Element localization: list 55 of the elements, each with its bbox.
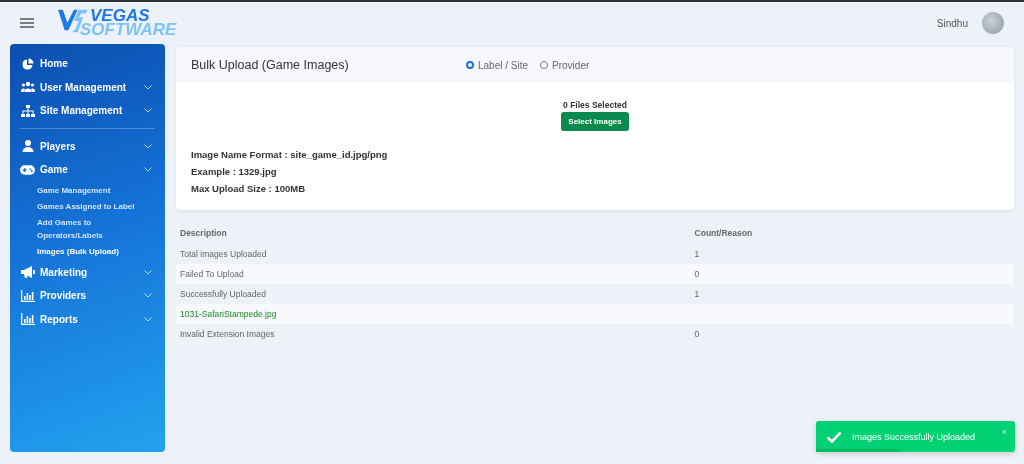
radio-button[interactable] (466, 61, 474, 69)
nav-subitem[interactable]: Game Management (10, 183, 165, 197)
gamepad-icon (20, 164, 35, 175)
sitemap-icon (20, 104, 35, 117)
table-cell: 0 (690, 264, 1014, 284)
chevron-icon (144, 269, 152, 275)
nav-item[interactable]: Reports (40, 313, 139, 325)
info-text: Max Upload Size : 100MB (191, 183, 307, 194)
table-cell: 1 (690, 284, 1014, 304)
table-cell: Successfully Uploaded (176, 284, 691, 304)
radio-label[interactable]: Label / Site (478, 59, 529, 71)
table-cell: Failed To Upload (176, 264, 691, 284)
column-header: Description (179, 227, 228, 240)
user-name[interactable]: Sindhu (936, 17, 968, 29)
chevron-icon (144, 108, 152, 114)
logo-text: SOFTWARE (80, 23, 177, 37)
check-icon (826, 430, 842, 443)
nav-item[interactable]: User Management (40, 81, 139, 93)
users-icon (20, 81, 35, 94)
nav-item[interactable]: Game (40, 164, 139, 176)
avatar[interactable] (982, 12, 1004, 34)
table-cell: Total images Uploaded (176, 244, 691, 264)
card-title: Bulk Upload (Game Images) (191, 58, 350, 72)
logo-text: VEGAS (90, 9, 150, 23)
select-images-button[interactable]: Select Images (561, 112, 629, 131)
nav-subitem[interactable]: Games Assigned to Label (10, 199, 165, 213)
table-cell: Invalid Extension Images (176, 324, 691, 344)
pie-chart-icon (20, 57, 35, 70)
radio-label[interactable]: Provider (552, 59, 590, 71)
info-text: Example : 1329.jpg (191, 166, 278, 177)
toast-message: Images Successfully Uploaded (852, 431, 977, 442)
nav-subitem[interactable]: Add Games to Operators/Labels (10, 215, 165, 242)
nav-item[interactable]: Site Management (40, 105, 139, 117)
info-text: Image Name Format : site_game_id.jpg/png (191, 149, 389, 160)
table-cell: 1 (690, 244, 1014, 264)
files-count: 0 Files Selected (563, 100, 627, 110)
radio-button[interactable] (540, 61, 549, 69)
file-name: 1031-SafariStampede.jpg (176, 304, 691, 324)
chevron-icon (144, 143, 152, 149)
bar-chart-icon (20, 313, 35, 326)
nav-item[interactable]: Providers (40, 290, 139, 302)
chevron-icon (144, 293, 152, 299)
chevron-icon (144, 316, 152, 322)
megaphone-icon (20, 266, 35, 279)
chevron-icon (144, 167, 152, 173)
nav-item[interactable]: Players (40, 140, 139, 152)
nav-subitem[interactable]: Images (Bulk Upload) (10, 244, 165, 258)
chevron-icon (144, 84, 152, 90)
nav-item[interactable]: Marketing (40, 266, 139, 278)
table-cell: 0 (690, 324, 1014, 344)
user-icon (20, 140, 35, 153)
bar-chart-icon (20, 289, 35, 302)
column-header: Count/Reason (693, 227, 754, 240)
nav-item[interactable]: Home (40, 58, 152, 70)
menu-icon[interactable] (20, 18, 34, 28)
